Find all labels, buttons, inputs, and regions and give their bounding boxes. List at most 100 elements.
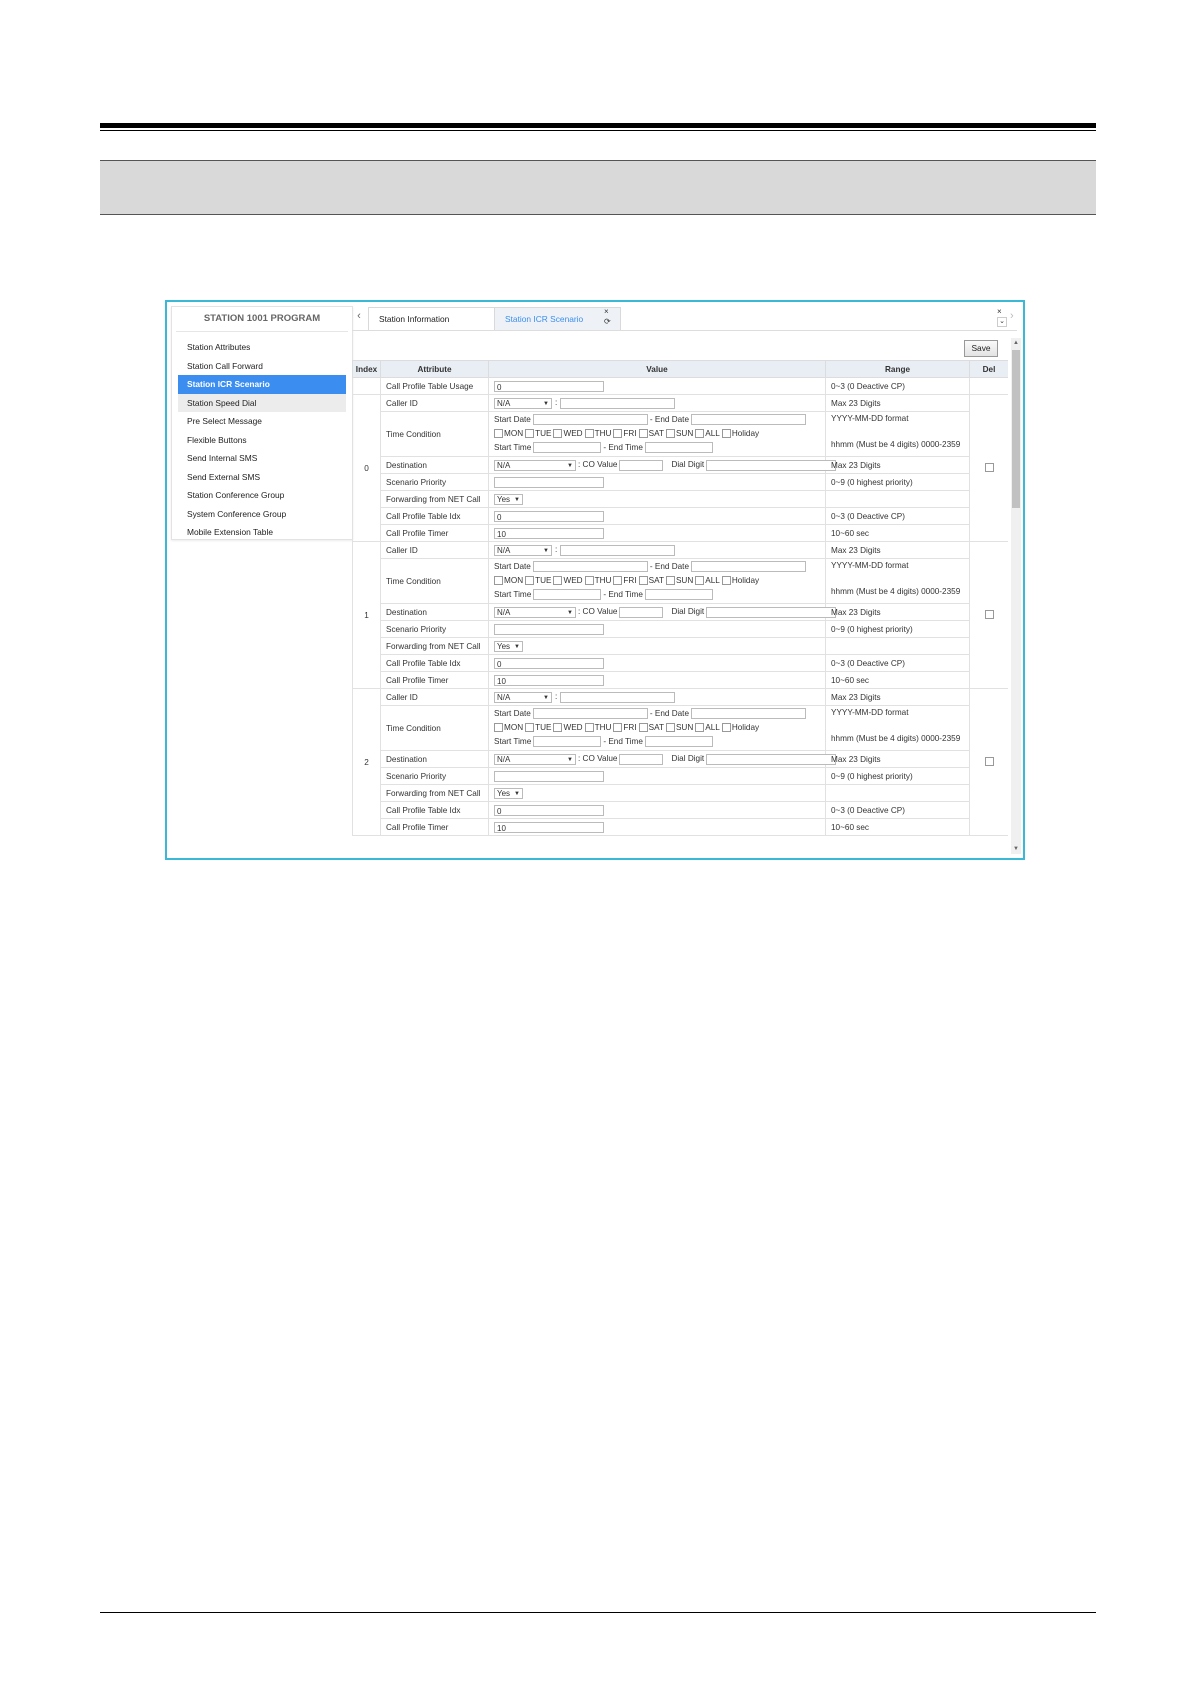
scroll-up-arrow-icon[interactable]: ▲ bbox=[1011, 338, 1021, 348]
end-time-input[interactable] bbox=[644, 442, 713, 454]
delete-checkbox[interactable] bbox=[984, 756, 994, 766]
tab-scroll-left-icon[interactable]: ‹ bbox=[352, 310, 366, 322]
start-time-input[interactable] bbox=[533, 736, 602, 748]
day-checkbox-tue[interactable] bbox=[525, 576, 535, 586]
day-checkbox-fri[interactable] bbox=[613, 723, 623, 733]
day-checkbox-tue[interactable] bbox=[525, 723, 535, 733]
day-checkbox-all[interactable] bbox=[695, 429, 705, 439]
destination-select[interactable]: N/A ▼ bbox=[494, 606, 576, 618]
destination-select[interactable]: N/A ▼ bbox=[494, 459, 576, 471]
co-value-input[interactable] bbox=[619, 606, 664, 618]
end-date-input[interactable] bbox=[691, 414, 807, 426]
day-checkbox-sat[interactable] bbox=[638, 429, 648, 439]
call-profile-idx-input[interactable]: 0 bbox=[494, 657, 604, 669]
start-date-input[interactable] bbox=[532, 708, 648, 720]
day-checkbox-all[interactable] bbox=[695, 723, 705, 733]
day-checkbox-sat[interactable] bbox=[638, 576, 648, 586]
sidebar-item-station-conference-group[interactable]: Station Conference Group bbox=[178, 486, 346, 505]
day-checkbox-mon[interactable] bbox=[494, 723, 503, 733]
sidebar-item-pre-select-message[interactable]: Pre Select Message bbox=[178, 412, 346, 431]
destination-select[interactable]: N/A ▼ bbox=[494, 753, 576, 765]
sidebar-item-mobile-extension-table[interactable]: Mobile Extension Table bbox=[178, 523, 346, 542]
sidebar-item-send-external-sms[interactable]: Send External SMS bbox=[178, 468, 346, 487]
day-checkbox-holiday[interactable] bbox=[721, 429, 731, 439]
day-checkbox-wed[interactable] bbox=[553, 723, 563, 733]
sidebar-item-station-attributes[interactable]: Station Attributes bbox=[178, 338, 346, 357]
end-date-input[interactable] bbox=[691, 708, 807, 720]
day-checkbox-holiday[interactable] bbox=[721, 723, 731, 733]
scroll-down-arrow-icon[interactable]: ▼ bbox=[1011, 844, 1021, 854]
refresh-tab-icon[interactable]: ⟳ bbox=[604, 317, 611, 326]
day-checkbox-sat[interactable] bbox=[638, 723, 648, 733]
day-checkbox-mon[interactable] bbox=[494, 576, 503, 586]
vertical-scrollbar[interactable]: ▲ ▼ bbox=[1011, 338, 1021, 854]
close-tab-icon[interactable]: × bbox=[604, 307, 609, 316]
call-profile-idx-input[interactable]: 0 bbox=[494, 510, 604, 522]
call-profile-timer-input[interactable]: 10 bbox=[494, 821, 604, 833]
range-text: 0~3 (0 Deactive CP) bbox=[831, 511, 905, 521]
caller-id-select[interactable]: N/A ▼ bbox=[494, 397, 552, 409]
day-checkbox-wed[interactable] bbox=[553, 576, 563, 586]
co-value-input[interactable] bbox=[619, 753, 664, 765]
scrollbar-thumb[interactable] bbox=[1012, 350, 1020, 508]
table-row: Call Profile Timer 10 10~60 sec bbox=[353, 671, 1009, 689]
forwarding-select[interactable]: Yes ▼ bbox=[494, 787, 523, 799]
day-checkbox-fri[interactable] bbox=[613, 429, 623, 439]
day-checkbox-all[interactable] bbox=[695, 576, 705, 586]
day-checkbox-tue[interactable] bbox=[525, 429, 535, 439]
start-time-input[interactable] bbox=[533, 442, 602, 454]
start-time-input[interactable] bbox=[533, 589, 602, 601]
delete-checkbox[interactable] bbox=[984, 609, 994, 619]
delete-checkbox[interactable] bbox=[984, 462, 994, 472]
tab-station-information[interactable]: Station Information bbox=[368, 307, 505, 330]
call-profile-usage-input[interactable]: 0 bbox=[494, 380, 604, 392]
caller-id-input[interactable] bbox=[560, 544, 676, 556]
dial-digit-input[interactable] bbox=[706, 753, 837, 765]
co-value-input[interactable] bbox=[619, 459, 664, 471]
tab-station-icr-scenario[interactable]: Station ICR Scenario bbox=[494, 307, 621, 330]
tab-list-dropdown-icon[interactable]: ⌄ bbox=[997, 317, 1007, 327]
day-checkbox-wed[interactable] bbox=[553, 429, 563, 439]
forwarding-select[interactable]: Yes ▼ bbox=[494, 640, 523, 652]
day-checkbox-thu[interactable] bbox=[584, 723, 594, 733]
caller-id-select[interactable]: N/A ▼ bbox=[494, 691, 552, 703]
save-button[interactable]: Save bbox=[964, 340, 998, 357]
caller-id-input[interactable] bbox=[560, 691, 676, 703]
chevron-down-icon: ▼ bbox=[514, 643, 520, 650]
caller-id-input[interactable] bbox=[560, 397, 676, 409]
sidebar-item-send-internal-sms[interactable]: Send Internal SMS bbox=[178, 449, 346, 468]
sidebar-item-station-speed-dial[interactable]: Station Speed Dial bbox=[178, 393, 346, 412]
scenario-priority-input[interactable] bbox=[494, 476, 604, 488]
day-checkbox-sun[interactable] bbox=[665, 723, 675, 733]
day-checkbox-sun[interactable] bbox=[665, 576, 675, 586]
forwarding-select[interactable]: Yes ▼ bbox=[494, 493, 523, 505]
caller-id-select[interactable]: N/A ▼ bbox=[494, 544, 552, 556]
scenario-priority-input[interactable] bbox=[494, 770, 604, 782]
sidebar-item-flexible-buttons[interactable]: Flexible Buttons bbox=[178, 431, 346, 450]
forwarding-select-value: Yes bbox=[497, 788, 511, 798]
day-checkbox-sun[interactable] bbox=[665, 429, 675, 439]
column-header-range: Range bbox=[825, 360, 970, 378]
end-time-input[interactable] bbox=[644, 736, 713, 748]
dial-digit-input[interactable] bbox=[706, 459, 837, 471]
scenario-priority-input[interactable] bbox=[494, 623, 604, 635]
start-date-input[interactable] bbox=[532, 561, 648, 573]
day-checkbox-fri[interactable] bbox=[613, 576, 623, 586]
sidebar-item-system-conference-group[interactable]: System Conference Group bbox=[178, 505, 346, 524]
start-date-input[interactable] bbox=[532, 414, 648, 426]
sidebar-item-station-call-forward[interactable]: Station Call Forward bbox=[178, 357, 346, 376]
end-time-input[interactable] bbox=[644, 589, 713, 601]
close-all-tabs-icon[interactable]: × bbox=[997, 307, 1002, 316]
day-checkbox-thu[interactable] bbox=[584, 429, 594, 439]
end-date-input[interactable] bbox=[691, 561, 807, 573]
day-checkbox-holiday[interactable] bbox=[721, 576, 731, 586]
day-checkbox-thu[interactable] bbox=[584, 576, 594, 586]
sidebar-item-station-icr-scenario[interactable]: Station ICR Scenario bbox=[178, 375, 346, 394]
call-profile-idx-input[interactable]: 0 bbox=[494, 804, 604, 816]
dial-digit-input[interactable] bbox=[706, 606, 837, 618]
day-checkbox-mon[interactable] bbox=[494, 429, 503, 439]
tab-scroll-right-icon[interactable]: › bbox=[1010, 310, 1014, 322]
call-profile-timer-input[interactable]: 10 bbox=[494, 527, 604, 539]
start-date-label: Start Date bbox=[494, 562, 531, 571]
call-profile-timer-input[interactable]: 10 bbox=[494, 674, 604, 686]
